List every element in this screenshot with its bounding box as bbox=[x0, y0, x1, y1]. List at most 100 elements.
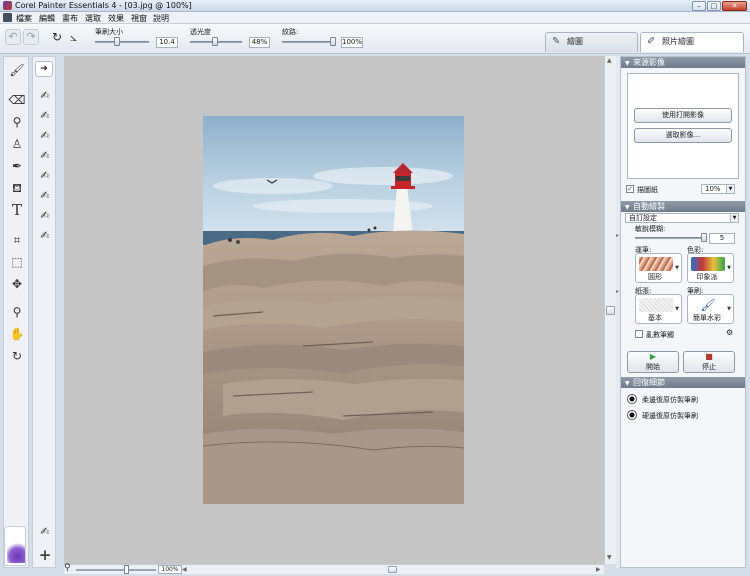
clone-brush-icon[interactable]: ✍ bbox=[37, 523, 53, 541]
undo-icon[interactable]: ↶ bbox=[5, 29, 21, 45]
options-icon[interactable]: ⚙ bbox=[726, 328, 733, 337]
zoom-slider[interactable] bbox=[76, 569, 156, 571]
brush-variant-8-icon[interactable]: ✍ bbox=[37, 227, 53, 245]
brush-size-thumb[interactable] bbox=[114, 37, 120, 46]
restore-detail-header[interactable]: ▼ 回復細節 bbox=[621, 377, 745, 388]
hard-edge-brush-icon[interactable] bbox=[627, 410, 637, 420]
menu-edit[interactable]: 編輯 bbox=[39, 13, 55, 24]
opacity-value[interactable]: 48% bbox=[249, 37, 270, 48]
tab-drawing[interactable]: ✎ 繪圖 bbox=[545, 32, 638, 52]
scroll-left-icon[interactable]: ◀ bbox=[182, 566, 187, 573]
brush-variant-7-icon[interactable]: ✍ bbox=[37, 207, 53, 225]
redo-icon[interactable]: ↷ bbox=[23, 29, 39, 45]
brush-size-slider[interactable] bbox=[95, 41, 149, 43]
photo-image[interactable] bbox=[203, 116, 464, 504]
zoom-icon: ⚲ bbox=[64, 563, 71, 573]
zoom-thumb[interactable] bbox=[124, 565, 129, 574]
scroll-right-icon[interactable]: ▶ bbox=[596, 566, 601, 573]
chevron-down-icon: ▼ bbox=[727, 306, 731, 312]
sensitivity-value[interactable]: 5 bbox=[709, 233, 735, 244]
hand-tool-icon[interactable]: ✋ bbox=[8, 325, 26, 343]
brush-variant-4-icon[interactable]: ✍ bbox=[37, 147, 53, 165]
brush-variant-6-icon[interactable]: ✍ bbox=[37, 187, 53, 205]
color-scheme-name: 印象派 bbox=[696, 273, 718, 281]
drawing-hand-icon: ✎ bbox=[552, 36, 561, 47]
paint-swatch-icon bbox=[7, 541, 25, 563]
clone-stamp-tool-icon[interactable]: ♙ bbox=[8, 135, 26, 153]
add-brush-icon[interactable]: + bbox=[37, 547, 53, 563]
dropper-tool-icon[interactable]: ⚲ bbox=[8, 113, 26, 131]
selection-tool-icon[interactable]: ⬚ bbox=[8, 253, 26, 271]
preset-select[interactable]: 自訂設定 ▼ bbox=[625, 213, 739, 223]
tab-drawing-label: 繪圖 bbox=[567, 37, 583, 46]
stop-button[interactable]: ■ 停止 bbox=[683, 351, 735, 373]
collapse-arrow-icon[interactable]: ▸ bbox=[616, 288, 619, 295]
collapse-arrow-icon[interactable]: ▸ bbox=[616, 232, 619, 239]
zoom-value[interactable]: 100% bbox=[158, 565, 182, 574]
auto-paint-title: 自動繪製 bbox=[633, 202, 665, 211]
start-button[interactable]: ▶ 開始 bbox=[627, 351, 679, 373]
paint-bucket-tool-icon[interactable]: ⛾ bbox=[8, 179, 26, 197]
chevron-down-icon: ▼ bbox=[675, 306, 679, 312]
grain-value[interactable]: 100% bbox=[341, 37, 363, 48]
sensitivity-thumb[interactable] bbox=[701, 233, 707, 242]
stroke-selector[interactable]: 圓形 ▼ bbox=[635, 253, 682, 283]
sensitivity-slider[interactable] bbox=[635, 237, 703, 239]
chevron-down-icon: ▼ bbox=[675, 265, 679, 271]
menu-window[interactable]: 視窗 bbox=[131, 13, 147, 24]
opacity-thumb[interactable] bbox=[212, 37, 218, 46]
auto-paint-header[interactable]: ▼ 自動繪製 bbox=[621, 201, 745, 212]
tab-photo-painting-label: 照片繪圖 bbox=[662, 37, 694, 46]
menu-file[interactable]: 檔案 bbox=[16, 13, 32, 24]
brush-variant-3-icon[interactable]: ✍ bbox=[37, 127, 53, 145]
scroll-up-icon[interactable]: ▲ bbox=[607, 57, 612, 64]
eyedropper-tool-icon[interactable]: ✒ bbox=[8, 157, 26, 175]
brush-selector[interactable]: 🖌 簡單水彩 ▼ bbox=[687, 294, 734, 324]
maximize-button[interactable]: □ bbox=[707, 1, 721, 11]
brush-size-value[interactable]: 10.4 bbox=[156, 37, 178, 48]
brush-size-label: 筆刷大小 bbox=[95, 28, 123, 36]
collapse-triangle-icon: ▼ bbox=[625, 380, 630, 387]
expand-icon[interactable]: ➔ bbox=[35, 61, 53, 77]
text-tool-icon[interactable]: T bbox=[8, 201, 26, 219]
crop-tool-icon[interactable]: ⌗ bbox=[8, 231, 26, 249]
collapse-triangle-icon: ▼ bbox=[625, 204, 630, 211]
soft-edge-brush-icon[interactable] bbox=[627, 394, 637, 404]
rotate-brush-icon[interactable]: ↻ bbox=[52, 30, 62, 44]
close-button[interactable]: ✕ bbox=[722, 1, 747, 11]
source-image-header[interactable]: ▼ 來源影像 bbox=[621, 57, 745, 68]
grain-slider[interactable] bbox=[282, 41, 336, 43]
color-scheme-selector[interactable]: 印象派 ▼ bbox=[687, 253, 734, 283]
soft-edge-brush-label[interactable]: 柔邊復原仿製筆刷 bbox=[642, 395, 698, 405]
use-open-image-button[interactable]: 使用打開影像 bbox=[634, 108, 732, 123]
scroll-down-icon[interactable]: ▼ bbox=[607, 554, 612, 561]
horizontal-scroll-thumb[interactable] bbox=[388, 566, 397, 573]
hard-edge-brush-label[interactable]: 硬邊復原仿製筆刷 bbox=[642, 411, 698, 421]
system-menu-icon[interactable] bbox=[3, 13, 12, 22]
angle-brush-icon[interactable]: ⦣ bbox=[70, 30, 77, 45]
brush-variant-1-icon[interactable]: ✍ bbox=[37, 87, 53, 105]
brush-tool-icon[interactable]: 🖌 bbox=[8, 61, 26, 79]
grain-thumb[interactable] bbox=[330, 37, 336, 46]
rotate-page-tool-icon[interactable]: ↻ bbox=[8, 347, 26, 365]
color-swatch[interactable] bbox=[4, 526, 26, 566]
transform-tool-icon[interactable]: ✥ bbox=[8, 275, 26, 293]
menu-canvas[interactable]: 畫布 bbox=[62, 13, 78, 24]
brush-variant-5-icon[interactable]: ✍ bbox=[37, 167, 53, 185]
magnifier-tool-icon[interactable]: ⚲ bbox=[8, 303, 26, 321]
stroke-name: 圓形 bbox=[648, 273, 662, 281]
menu-select[interactable]: 選取 bbox=[85, 13, 101, 24]
vertical-scrollbar[interactable]: ▲ ▼ bbox=[604, 56, 616, 564]
minimize-button[interactable]: – bbox=[692, 1, 706, 11]
eraser-tool-icon[interactable]: ⌫ bbox=[8, 91, 26, 109]
select-image-button[interactable]: 選取影像... bbox=[634, 128, 732, 143]
tab-photo-painting[interactable]: ✐ 照片繪圖 bbox=[640, 32, 744, 52]
paper-selector[interactable]: 基本 ▼ bbox=[635, 294, 682, 324]
randomize-strokes-checkbox[interactable] bbox=[635, 330, 643, 338]
tracing-value-select[interactable]: 10% ▼ bbox=[701, 184, 735, 194]
menu-effects[interactable]: 效果 bbox=[108, 13, 124, 24]
brush-variant-2-icon[interactable]: ✍ bbox=[37, 107, 53, 125]
menu-help[interactable]: 說明 bbox=[153, 13, 169, 24]
tracing-paper-checkbox[interactable]: ✓ bbox=[626, 185, 634, 193]
vertical-scroll-thumb[interactable] bbox=[606, 306, 615, 315]
